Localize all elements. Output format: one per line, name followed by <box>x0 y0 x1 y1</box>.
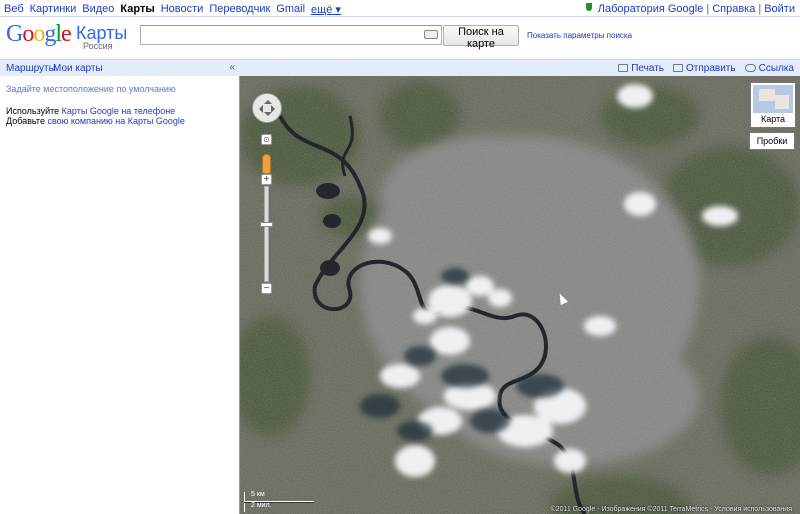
keyboard-icon[interactable] <box>424 30 438 39</box>
reset-view-icon[interactable]: ⊙ <box>261 134 272 145</box>
map-attribution[interactable]: ©2011 Google - Изображения ©2011 TerraMe… <box>551 506 792 513</box>
send-button[interactable]: Отправить <box>673 63 736 74</box>
map-toolbar: Печать Отправить Ссылка <box>239 59 800 76</box>
envelope-icon <box>673 64 683 72</box>
link-button[interactable]: Ссылка <box>744 63 794 74</box>
nav-item-5[interactable]: Переводчик <box>209 3 270 16</box>
satellite-imagery <box>240 76 800 514</box>
print-button[interactable]: Печать <box>618 63 664 74</box>
nav-divider <box>0 16 800 17</box>
top-nav-bar: Веб Картинки Видео Карты Новости Переводчик Gm… <box>0 0 800 16</box>
map-thumbnail <box>753 85 793 113</box>
collapse-panel-icon[interactable]: « <box>229 62 235 73</box>
pan-up-icon[interactable] <box>264 96 272 104</box>
account-links: Лаборатория Google | Справка | Войти <box>585 3 795 15</box>
separator: | <box>706 3 710 15</box>
set-default-location-link[interactable]: Задайте местоположение по умолчанию <box>6 84 176 94</box>
scale-bar: 5 км 2 мил. <box>244 491 320 512</box>
chain-link-icon <box>744 64 756 72</box>
map-type-label: Карта <box>760 114 786 124</box>
search-options-link[interactable]: Показать параметры поиска <box>527 31 632 40</box>
mobile-promo-prefix: Используйте <box>6 106 62 116</box>
labs-link[interactable]: Лаборатория Google <box>598 3 704 15</box>
routes-link[interactable]: Маршруты <box>6 63 56 74</box>
search-map-button[interactable]: Поиск на карте <box>443 25 519 50</box>
scale-tick <box>244 502 245 512</box>
separator: | <box>758 3 762 15</box>
more-menu[interactable]: ещё ▾ <box>311 3 341 16</box>
printer-icon <box>618 64 629 72</box>
scale-mi: 2 мил. <box>251 502 272 509</box>
product-nav: Веб Картинки Видео Карты Новости Переводчик Gm… <box>4 3 341 16</box>
nav-item-4[interactable]: Новости <box>161 3 204 16</box>
left-panel: Задайте местоположение по умолчанию Испо… <box>0 76 239 514</box>
link-label: Ссылка <box>758 63 794 74</box>
send-label: Отправить <box>686 63 736 74</box>
zoom-slider-thumb[interactable] <box>260 222 273 227</box>
pan-control[interactable] <box>252 93 282 123</box>
mobile-promo: Используйте Карты Google на телефоне <box>6 106 175 116</box>
nav-item-2[interactable]: Видео <box>82 3 114 16</box>
zoom-slider-track[interactable] <box>264 186 269 282</box>
print-label: Печать <box>631 63 664 74</box>
business-promo-prefix: Добавьте <box>6 116 48 126</box>
traffic-button[interactable]: Пробки <box>749 132 795 150</box>
search-input[interactable] <box>141 26 411 44</box>
logo-region: Россия <box>83 41 113 51</box>
google-maps-logo[interactable]: Google Карты Россия <box>6 21 136 51</box>
scale-km: 5 км <box>251 491 265 498</box>
pan-down-icon[interactable] <box>264 112 272 120</box>
labs-flask-icon <box>585 3 592 11</box>
help-link[interactable]: Справка <box>712 3 755 15</box>
mobile-maps-link[interactable]: Карты Google на телефоне <box>62 106 176 116</box>
nav-item-0[interactable]: Веб <box>4 3 24 16</box>
pan-left-icon[interactable] <box>255 105 263 113</box>
zoom-out-button[interactable]: − <box>261 283 272 294</box>
login-link[interactable]: Войти <box>764 3 795 15</box>
pan-right-icon[interactable] <box>271 105 279 113</box>
left-panel-header: Маршруты Мои карты « <box>0 59 239 76</box>
add-business-link[interactable]: свою компанию на Карты Google <box>47 116 184 126</box>
nav-item-3[interactable]: Карты <box>120 3 154 16</box>
nav-item-1[interactable]: Картинки <box>30 3 77 16</box>
business-promo: Добавьте свою компанию на Карты Google <box>6 116 185 126</box>
my-maps-link[interactable]: Мои карты <box>53 63 103 74</box>
search-box[interactable] <box>140 25 442 45</box>
map-type-toggle[interactable]: Карта <box>750 82 796 128</box>
satellite-map[interactable]: ⊙ + − Карта Пробки 5 км 2 мил. ©2011 Goo… <box>239 76 800 514</box>
zoom-in-button[interactable]: + <box>261 174 272 185</box>
nav-item-6[interactable]: Gmail <box>276 3 305 16</box>
street-view-pegman-icon[interactable] <box>262 154 271 174</box>
